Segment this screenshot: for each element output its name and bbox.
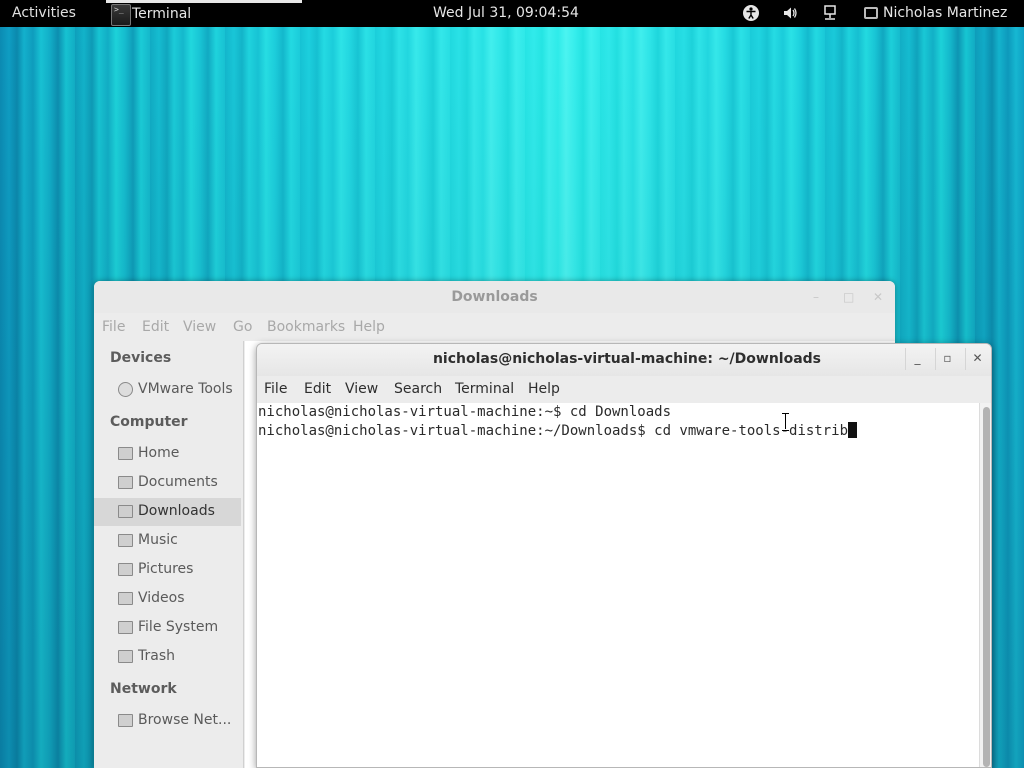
drive-icon (118, 621, 133, 634)
sidebar-item-pictures[interactable]: Pictures (94, 556, 241, 584)
sidebar-item-home[interactable]: Home (94, 440, 241, 468)
network-computer-icon (118, 714, 133, 727)
sidebar-item-label: Downloads (138, 503, 215, 519)
videos-folder-icon (118, 592, 133, 605)
terminal-output[interactable]: nicholas@nicholas-virtual-machine:~$ cd … (257, 403, 979, 767)
scrollbar-thumb[interactable] (983, 407, 990, 767)
terminal-menu-file[interactable]: File (264, 381, 287, 397)
activities-button[interactable]: Activities (12, 5, 76, 21)
terminal-scrollbar[interactable] (979, 403, 991, 767)
sidebar-item-trash[interactable]: Trash (94, 643, 241, 671)
terminal-menu-help[interactable]: Help (528, 381, 560, 397)
app-menu-label: Terminal (132, 6, 192, 22)
files-sidebar: Devices VMware Tools Computer Home Docum… (94, 341, 244, 768)
download-folder-icon (118, 505, 133, 518)
files-menu-file[interactable]: File (102, 319, 125, 335)
files-menu-edit[interactable]: Edit (142, 319, 169, 335)
sidebar-item-browse-network[interactable]: Browse Net... (94, 707, 241, 735)
trash-icon (118, 650, 133, 663)
minimize-icon[interactable]: _ (905, 348, 929, 370)
sidebar-item-label: Music (138, 532, 178, 548)
terminal-menubar: File Edit View Search Terminal Help (257, 376, 991, 403)
folder-icon (118, 476, 133, 489)
text-cursor (848, 422, 858, 438)
files-menu-help[interactable]: Help (353, 319, 385, 335)
sidebar-header-devices: Devices (110, 350, 172, 366)
sidebar-item-downloads[interactable]: Downloads (94, 498, 241, 526)
music-folder-icon (118, 534, 133, 547)
terminal-menu-view[interactable]: View (345, 381, 378, 397)
sidebar-item-label: Videos (138, 590, 185, 606)
terminal-line-current: nicholas@nicholas-virtual-machine:~/Down… (258, 422, 858, 439)
files-menu-go[interactable]: Go (233, 319, 252, 335)
sidebar-item-file-system[interactable]: File System (94, 614, 241, 642)
maximize-icon[interactable]: □ (843, 281, 854, 313)
terminal-menu-search[interactable]: Search (394, 381, 442, 397)
terminal-menu-edit[interactable]: Edit (304, 381, 331, 397)
terminal-menu-terminal[interactable]: Terminal (455, 381, 514, 397)
sidebar-item-vmware-tools[interactable]: VMware Tools (94, 376, 241, 404)
sidebar-item-label: Home (138, 445, 180, 461)
sidebar-item-label: VMware Tools (138, 381, 233, 397)
sidebar-item-label: Trash (138, 648, 175, 664)
sidebar-item-music[interactable]: Music (94, 527, 241, 555)
accessibility-icon[interactable] (742, 4, 760, 22)
terminal-window: nicholas@nicholas-virtual-machine: ~/Dow… (256, 343, 992, 768)
user-status-icon[interactable] (864, 7, 878, 19)
terminal-command-text: nicholas@nicholas-virtual-machine:~/Down… (258, 423, 849, 439)
files-window-title: Downloads (451, 289, 538, 305)
files-menu-bookmarks[interactable]: Bookmarks (267, 319, 345, 335)
minimize-icon[interactable]: – (813, 281, 819, 313)
volume-icon[interactable] (781, 4, 799, 22)
files-menubar: File Edit View Go Bookmarks Help (94, 313, 895, 341)
user-menu[interactable]: Nicholas Martinez (883, 5, 1007, 21)
files-titlebar[interactable]: Downloads – □ ✕ (94, 281, 895, 313)
top-bar: Activities >_ Terminal Wed Jul 31, 09:04… (0, 0, 1024, 27)
sidebar-item-videos[interactable]: Videos (94, 585, 241, 613)
close-icon[interactable]: ✕ (873, 281, 883, 313)
app-menu[interactable]: >_ Terminal (106, 0, 302, 27)
sidebar-header-computer: Computer (110, 414, 188, 430)
terminal-titlebar[interactable]: nicholas@nicholas-virtual-machine: ~/Dow… (257, 344, 991, 376)
files-menu-view[interactable]: View (183, 319, 216, 335)
sidebar-item-documents[interactable]: Documents (94, 469, 241, 497)
clock[interactable]: Wed Jul 31, 09:04:54 (433, 5, 579, 21)
sidebar-item-label: Pictures (138, 561, 194, 577)
sidebar-item-label: File System (138, 619, 219, 635)
sidebar-header-network: Network (110, 681, 177, 697)
close-icon[interactable]: ✕ (965, 348, 989, 370)
terminal-window-title: nicholas@nicholas-virtual-machine: ~/Dow… (432, 351, 822, 367)
terminal-line: nicholas@nicholas-virtual-machine:~$ cd … (258, 404, 672, 420)
home-folder-icon (118, 447, 133, 460)
terminal-app-icon: >_ (111, 4, 131, 26)
sidebar-item-label: Documents (138, 474, 218, 490)
maximize-icon[interactable]: ▫ (935, 348, 959, 370)
sidebar-item-label: Browse Net... (138, 712, 232, 728)
network-icon[interactable] (821, 4, 839, 22)
disc-icon (118, 382, 133, 397)
pictures-folder-icon (118, 563, 133, 576)
ibeam-cursor-icon (782, 413, 789, 431)
